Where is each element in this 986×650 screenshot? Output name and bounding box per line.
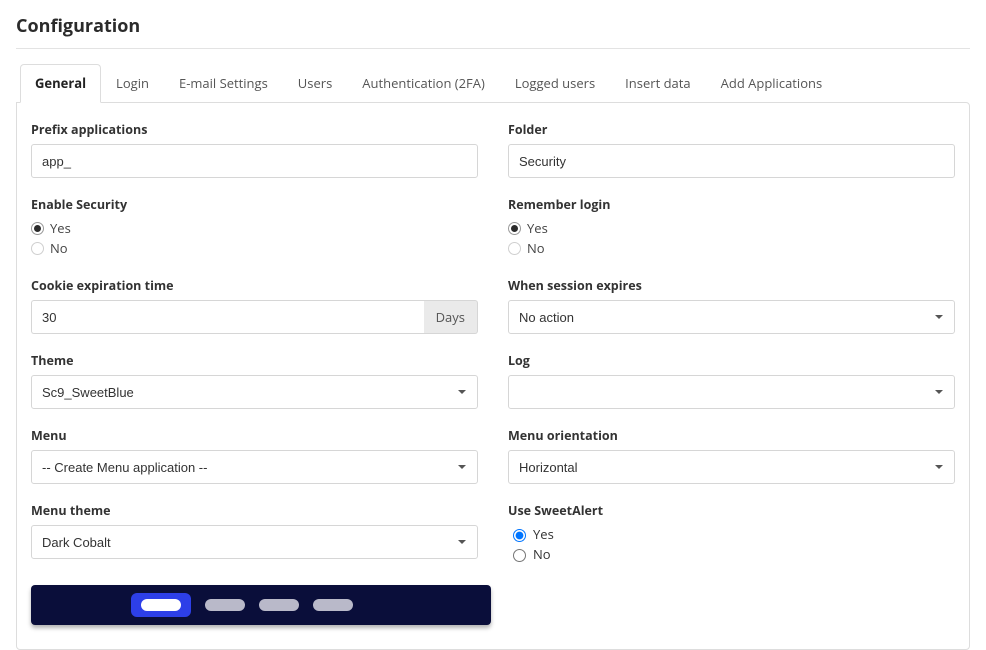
remember-login-no-label: No (527, 239, 545, 257)
cookie-expiration-label: Cookie expiration time (31, 277, 478, 294)
tab-general[interactable]: General (20, 64, 101, 103)
menu-orientation-label: Menu orientation (508, 427, 955, 444)
tab-logged-users[interactable]: Logged users (500, 64, 610, 103)
log-select[interactable] (508, 375, 955, 409)
tab-authentication[interactable]: Authentication (2FA) (347, 64, 500, 103)
remember-login-yes-label: Yes (527, 219, 548, 237)
menu-theme-label: Menu theme (31, 502, 478, 519)
folder-label: Folder (508, 121, 955, 138)
tab-insert-data[interactable]: Insert data (610, 64, 705, 103)
menu-label: Menu (31, 427, 478, 444)
menu-preview-pill (259, 599, 299, 611)
use-sweetalert-yes-label: Yes (533, 525, 554, 543)
general-panel: Prefix applications Folder Enable Securi… (16, 102, 970, 650)
remember-login-yes-radio[interactable] (508, 222, 521, 235)
menu-theme-preview (31, 585, 491, 625)
menu-select[interactable]: -- Create Menu application -- (31, 450, 478, 484)
remember-login-no-radio[interactable] (508, 242, 521, 255)
prefix-applications-label: Prefix applications (31, 121, 478, 138)
page-title: Configuration (16, 14, 970, 38)
remember-login-label: Remember login (508, 196, 955, 213)
enable-security-no-radio[interactable] (31, 242, 44, 255)
tab-login[interactable]: Login (101, 64, 164, 103)
menu-preview-pill (205, 599, 245, 611)
use-sweetalert-no-label: No (533, 545, 551, 563)
menu-theme-select[interactable]: Dark Cobalt (31, 525, 478, 559)
menu-orientation-select[interactable]: Horizontal (508, 450, 955, 484)
when-session-expires-select[interactable]: No action (508, 300, 955, 334)
enable-security-yes-label: Yes (50, 219, 71, 237)
theme-label: Theme (31, 352, 478, 369)
tab-add-applications[interactable]: Add Applications (706, 64, 838, 103)
use-sweetalert-label: Use SweetAlert (508, 502, 955, 519)
menu-preview-pill (313, 599, 353, 611)
cookie-expiration-unit: Days (424, 300, 478, 334)
menu-preview-pill (141, 599, 181, 611)
prefix-applications-input[interactable] (31, 144, 478, 178)
log-label: Log (508, 352, 955, 369)
enable-security-yes-radio[interactable] (31, 222, 44, 235)
enable-security-label: Enable Security (31, 196, 478, 213)
menu-preview-active-item (131, 593, 191, 617)
theme-select[interactable]: Sc9_SweetBlue (31, 375, 478, 409)
use-sweetalert-yes-radio[interactable] (513, 529, 526, 542)
title-divider (16, 48, 970, 49)
cookie-expiration-input[interactable] (31, 300, 424, 334)
tabs-bar: General Login E-mail Settings Users Auth… (16, 63, 970, 102)
when-session-expires-label: When session expires (508, 277, 955, 294)
use-sweetalert-no-radio[interactable] (513, 549, 526, 562)
folder-input[interactable] (508, 144, 955, 178)
enable-security-no-label: No (50, 239, 68, 257)
tab-users[interactable]: Users (283, 64, 347, 103)
tab-email-settings[interactable]: E-mail Settings (164, 64, 283, 103)
